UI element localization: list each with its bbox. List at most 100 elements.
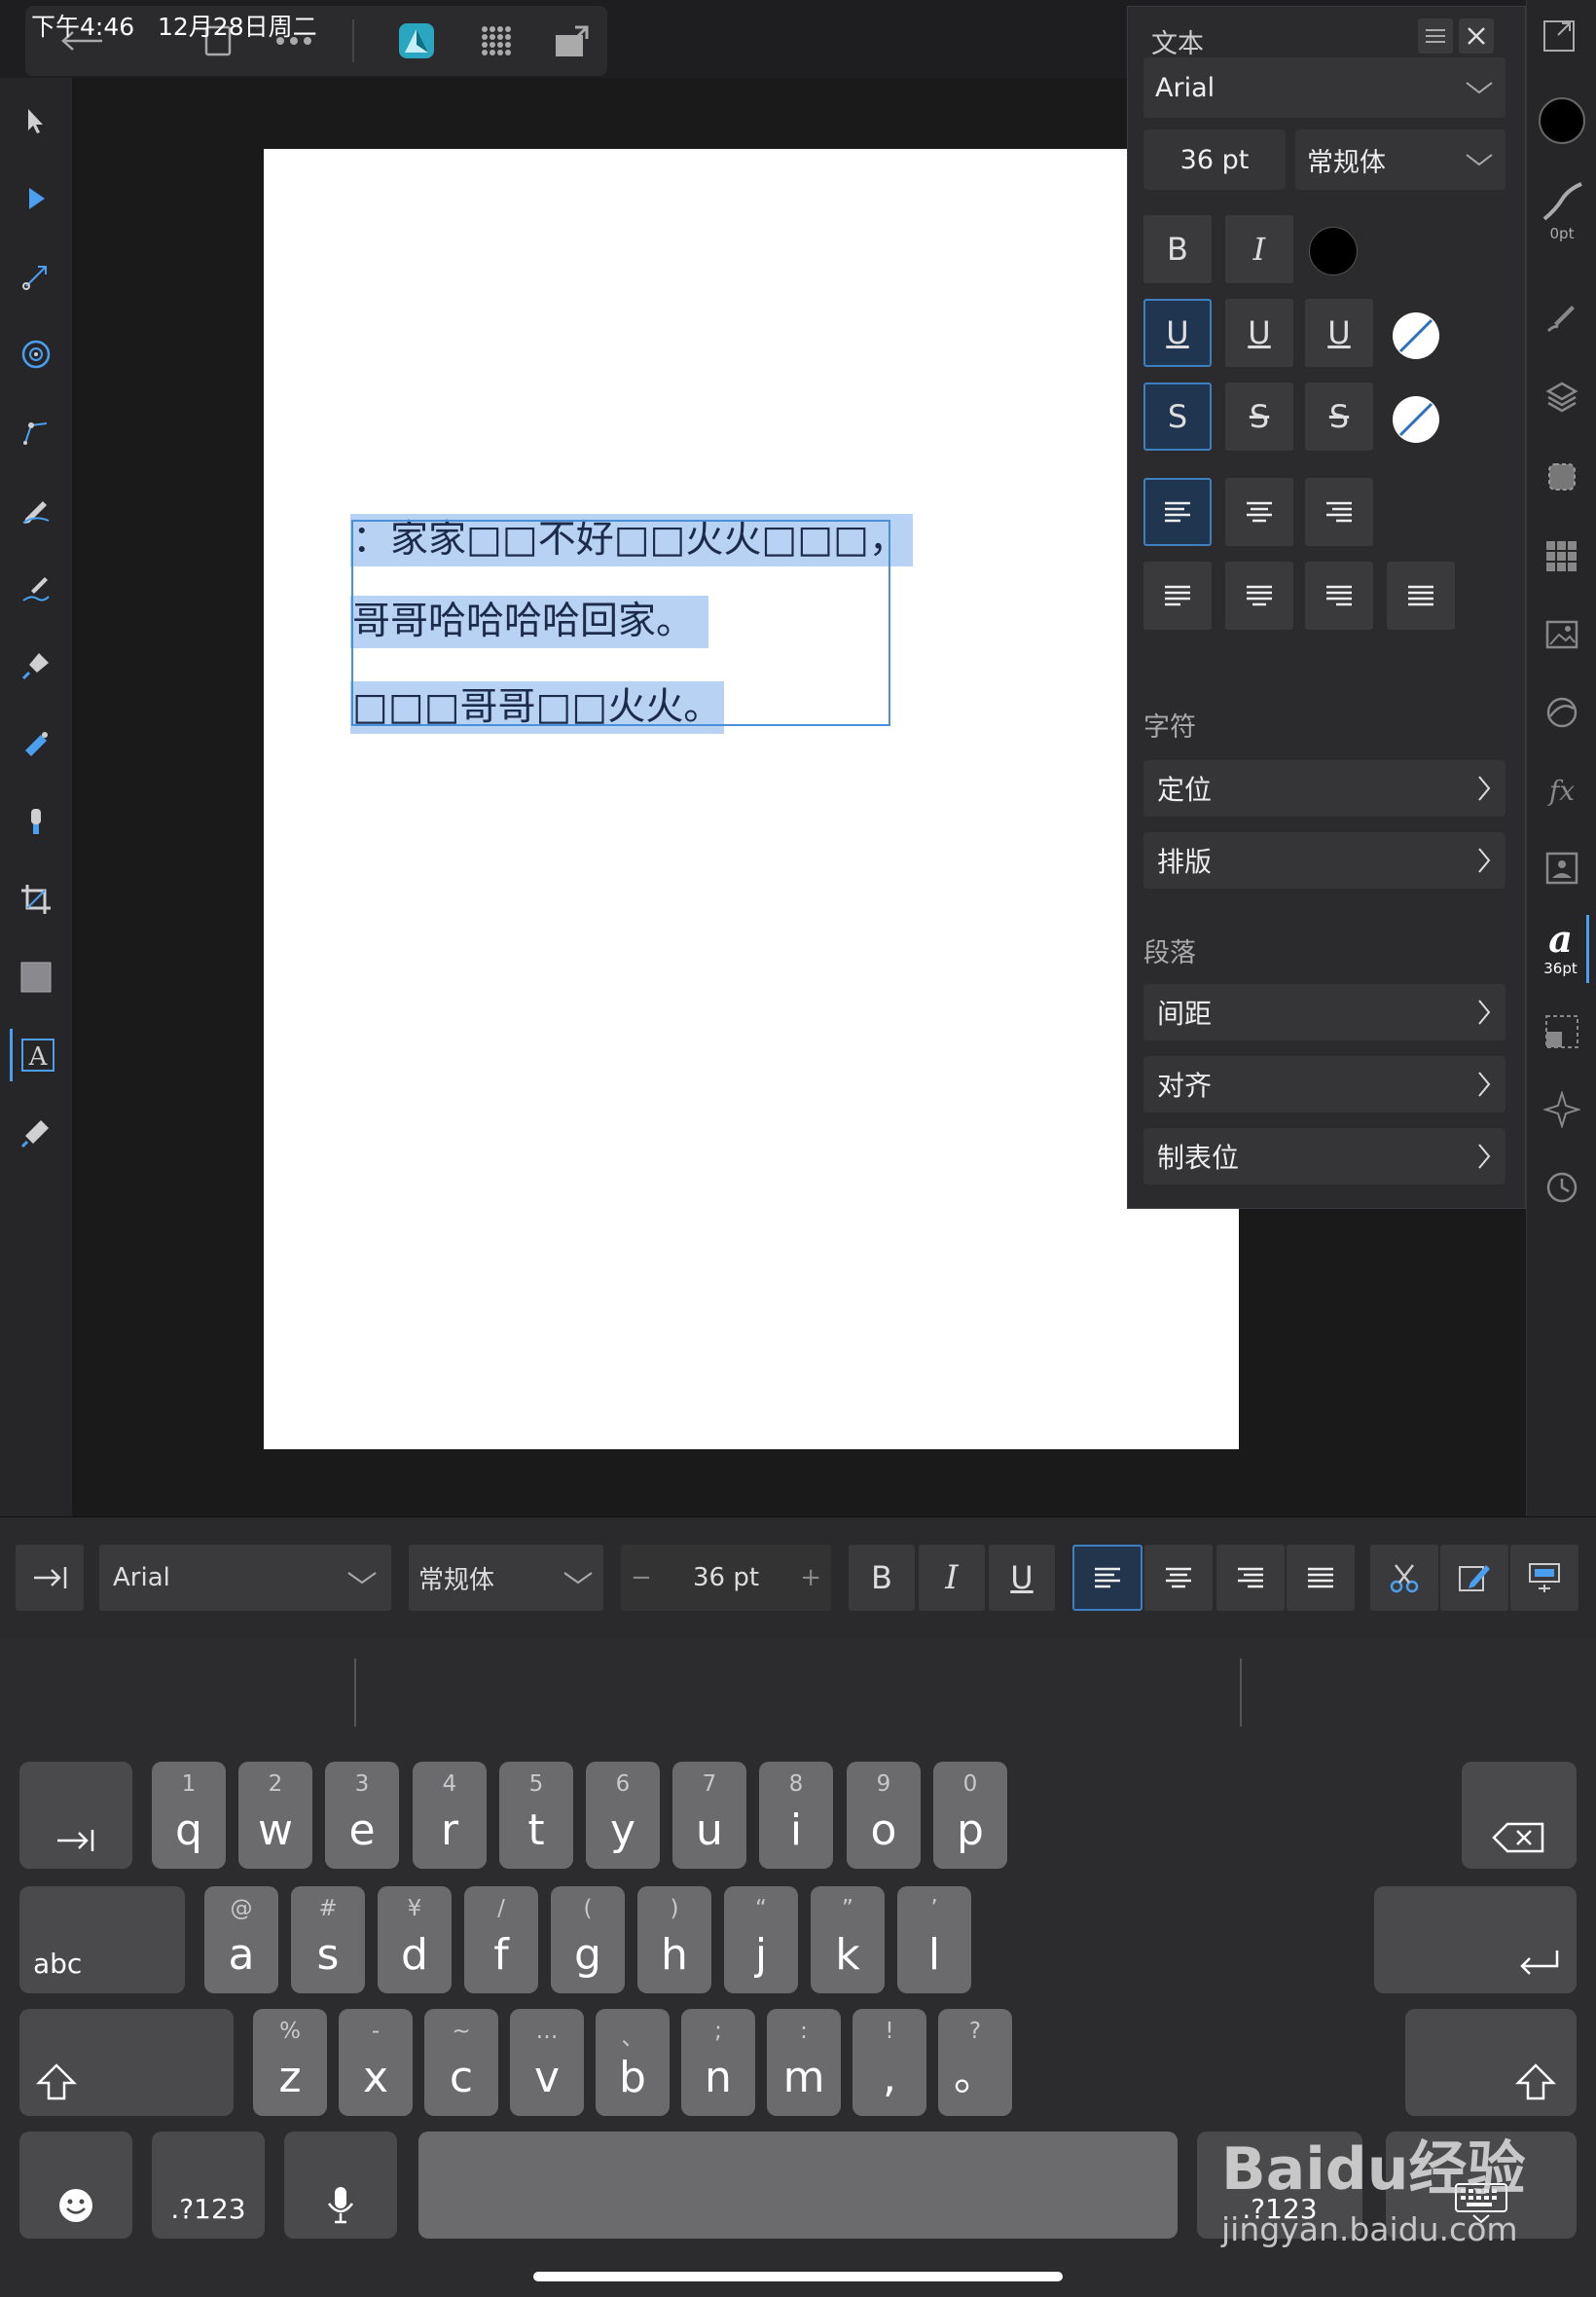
vector-brush-tool-icon[interactable] xyxy=(10,562,62,614)
key-row1-6[interactable]: 7u xyxy=(672,1762,746,1869)
key-row2-7[interactable]: ” k xyxy=(811,1886,885,1993)
context-font-size-stepper[interactable]: − 36 pt + xyxy=(621,1545,831,1611)
crop-tool-icon[interactable] xyxy=(10,873,62,926)
shift-left-key[interactable] xyxy=(19,2009,234,2116)
align-left-button[interactable] xyxy=(1143,478,1212,546)
fx-icon[interactable]: fx xyxy=(1535,761,1589,820)
space-key[interactable] xyxy=(418,2132,1178,2239)
fill-tool-icon[interactable] xyxy=(10,717,62,770)
artistic-text-tool-icon[interactable]: A xyxy=(10,1029,62,1081)
transform-tool-icon[interactable] xyxy=(10,250,62,303)
key-row2-2[interactable]: ¥ d xyxy=(378,1886,452,1993)
context-italic-button[interactable]: I xyxy=(919,1545,985,1611)
underline-thick-button[interactable]: U xyxy=(1305,299,1373,367)
node-select-tool-icon[interactable] xyxy=(10,172,62,225)
panel-close-icon[interactable] xyxy=(1459,18,1494,54)
key-row1-1[interactable]: 2w xyxy=(238,1762,312,1869)
key-row1-2[interactable]: 3e xyxy=(325,1762,399,1869)
context-font-family-select[interactable]: Arial xyxy=(99,1545,391,1611)
key-row1-4[interactable]: 5t xyxy=(499,1762,573,1869)
more-options-icon[interactable] xyxy=(269,16,319,66)
key-row2-8[interactable]: ’ l xyxy=(897,1886,971,1993)
export-persona-icon[interactable] xyxy=(547,16,598,66)
key-row3-5[interactable]: ; n xyxy=(681,2009,755,2116)
point-transform-tool-icon[interactable] xyxy=(10,406,62,458)
text-color-swatch[interactable] xyxy=(1309,227,1358,275)
align-right-button[interactable] xyxy=(1305,478,1373,546)
context-font-size-value[interactable]: 36 pt xyxy=(693,1563,759,1592)
stroke-width-control[interactable]: 0pt xyxy=(1535,167,1589,255)
text-frame[interactable] xyxy=(351,520,890,726)
pixel-persona-icon[interactable] xyxy=(471,16,522,66)
designer-persona-icon[interactable] xyxy=(391,16,442,66)
justify-center-button[interactable] xyxy=(1225,562,1293,630)
expand-panel-icon[interactable] xyxy=(1541,18,1578,55)
history-icon[interactable] xyxy=(1535,1158,1589,1217)
key-row3-0[interactable]: % z xyxy=(253,2009,327,2116)
key-row1-8[interactable]: 9o xyxy=(847,1762,921,1869)
key-row1-9[interactable]: 0p xyxy=(933,1762,1007,1869)
context-bold-button[interactable]: B xyxy=(849,1545,915,1611)
key-row2-0[interactable]: @ a xyxy=(204,1886,278,1993)
row-positioning[interactable]: 定位 xyxy=(1143,760,1505,817)
swatches-icon[interactable] xyxy=(1535,528,1589,586)
justify-right-button[interactable] xyxy=(1305,562,1373,630)
panel-menu-icon[interactable] xyxy=(1418,18,1453,54)
fill-color-swatch[interactable] xyxy=(1535,91,1589,150)
context-align-left-button[interactable] xyxy=(1072,1545,1143,1611)
key-row2-6[interactable]: “j xyxy=(724,1886,798,1993)
shift-right-key[interactable] xyxy=(1405,2009,1577,2116)
font-size-field[interactable]: 36 pt xyxy=(1143,129,1286,190)
back-arrow-icon[interactable] xyxy=(45,16,119,66)
underline-color-swatch[interactable] xyxy=(1391,310,1441,361)
key-row3-1[interactable]: -x xyxy=(339,2009,413,2116)
brush-studio-icon[interactable] xyxy=(1535,288,1589,346)
key-row3-3[interactable]: … v xyxy=(510,2009,584,2116)
document-icon[interactable] xyxy=(193,16,243,66)
justify-all-button[interactable] xyxy=(1387,562,1455,630)
strikethrough-thick-button[interactable]: S xyxy=(1305,383,1373,451)
row-typography[interactable]: 排版 xyxy=(1143,832,1505,889)
strikethrough-double-button[interactable]: S xyxy=(1225,383,1293,451)
key-row1-7[interactable]: 8i xyxy=(759,1762,833,1869)
layers-icon[interactable] xyxy=(1535,368,1589,426)
align-center-button[interactable] xyxy=(1225,478,1293,546)
pencil-tool-icon[interactable] xyxy=(10,484,62,536)
text-frame-options-icon[interactable] xyxy=(1510,1545,1578,1611)
underline-single-button[interactable]: U xyxy=(1143,299,1212,367)
strike-color-swatch[interactable] xyxy=(1391,394,1441,445)
key-row1-3[interactable]: 4r xyxy=(413,1762,487,1869)
key-row3-2[interactable]: ~ c xyxy=(424,2009,498,2116)
scissors-icon[interactable] xyxy=(1370,1545,1438,1611)
context-justify-button[interactable] xyxy=(1287,1545,1355,1611)
rectangle-tool-icon[interactable] xyxy=(10,951,62,1003)
key-row3-6[interactable]: :m xyxy=(767,2009,841,2116)
row-tab-stops[interactable]: 制表位 xyxy=(1143,1128,1505,1185)
key-row2-3[interactable]: / f xyxy=(464,1886,538,1993)
font-family-select[interactable]: Arial xyxy=(1143,57,1505,118)
tab-indent-icon[interactable] xyxy=(16,1545,84,1611)
emoji-key[interactable] xyxy=(19,2132,132,2239)
document-page[interactable] xyxy=(264,149,1239,1449)
move-tool-icon[interactable] xyxy=(10,94,62,147)
effects-icon[interactable] xyxy=(1535,683,1589,742)
key-row2-4[interactable]: (g xyxy=(551,1886,625,1993)
context-align-right-button[interactable] xyxy=(1216,1545,1285,1611)
key-row3-7[interactable]: !, xyxy=(852,2009,926,2116)
underline-double-button[interactable]: U xyxy=(1225,299,1293,367)
assets-icon[interactable] xyxy=(1535,839,1589,897)
navigator-icon[interactable] xyxy=(1535,1080,1589,1139)
corner-tool-icon[interactable] xyxy=(10,328,62,381)
key-row2-5[interactable]: ) h xyxy=(637,1886,711,1993)
stock-image-icon[interactable] xyxy=(1535,605,1589,664)
strikethrough-single-button[interactable]: S xyxy=(1143,383,1212,451)
increase-size-button[interactable]: + xyxy=(800,1563,821,1592)
numbers-key-left[interactable]: .?123 xyxy=(152,2132,265,2239)
justify-left-button[interactable] xyxy=(1143,562,1212,630)
key-row1-0[interactable]: 1q xyxy=(152,1762,226,1869)
microphone-key[interactable] xyxy=(284,2132,397,2239)
bold-button[interactable]: B xyxy=(1143,215,1212,283)
key-row3-4[interactable]: 、 b xyxy=(596,2009,670,2116)
key-row1-5[interactable]: 6y xyxy=(586,1762,660,1869)
context-underline-button[interactable]: U xyxy=(989,1545,1055,1611)
